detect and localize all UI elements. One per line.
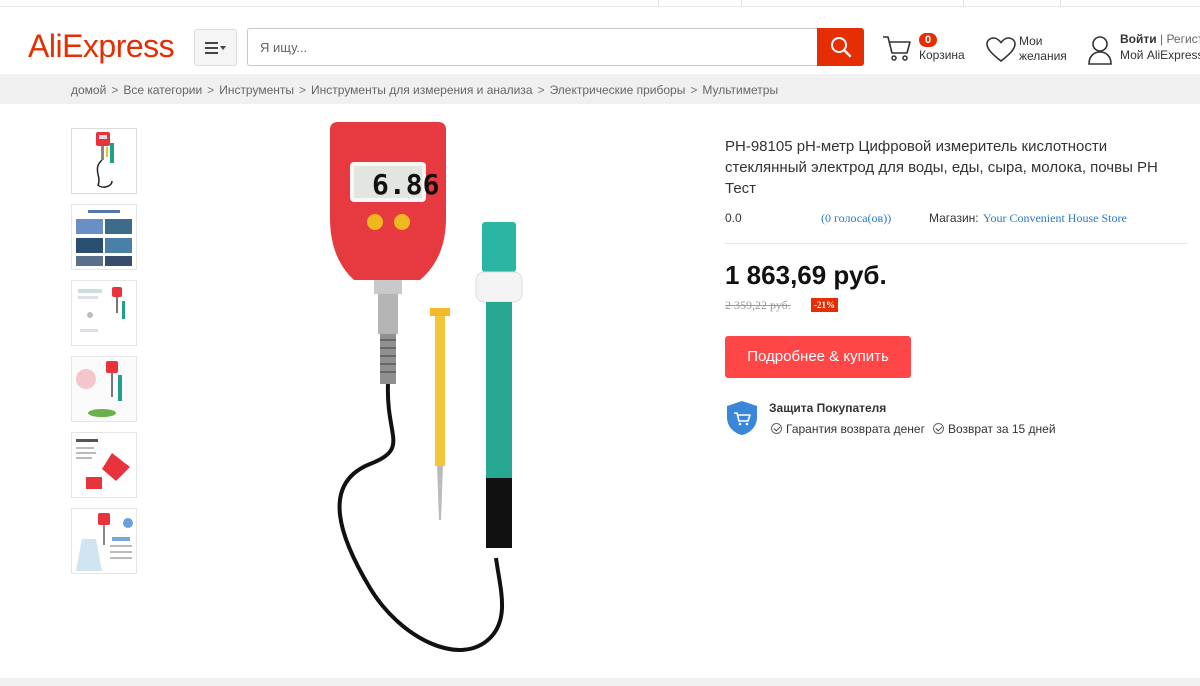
breadcrumb: домой > Все категории > Инструменты > Инструме…	[0, 74, 1200, 104]
thumbnail-package[interactable]	[71, 356, 137, 422]
metal-sleeve	[378, 294, 398, 334]
buy-button[interactable]: Подробнее & купить	[725, 336, 911, 378]
money-back-guarantee: Гарантия возврата денег	[771, 422, 925, 436]
electrode-body	[486, 302, 512, 478]
screwdriver-handle	[430, 308, 450, 316]
user-icon	[1088, 36, 1112, 65]
cart-icon	[883, 36, 911, 61]
breadcrumb-tools[interactable]: Инструменты	[219, 83, 294, 97]
breadcrumb-separator: >	[111, 83, 119, 97]
bottom-bar	[0, 678, 1200, 686]
cart-count-badge: 0	[919, 33, 938, 47]
screwdriver-tip	[437, 466, 443, 520]
shield-cart-icon	[727, 401, 757, 435]
breadcrumb-multimeters[interactable]: Мультиметры	[702, 83, 778, 97]
top-strip-divider	[741, 0, 742, 7]
money-back-label: Гарантия возврата денег	[786, 422, 925, 436]
breadcrumb-separator: >	[537, 83, 545, 97]
search-button[interactable]	[817, 28, 864, 66]
old-price-row: 2 359,22 руб. -21%	[725, 298, 1200, 314]
electrode-ring	[475, 271, 523, 303]
product-title: PH-98105 pH-метр Цифровой измеритель кис…	[725, 138, 1158, 197]
thumbnail-ph-meter[interactable]	[71, 128, 137, 194]
electrode-cap	[482, 222, 516, 272]
breadcrumb-measure-tools[interactable]: Инструменты для измерения и анализа	[311, 83, 533, 97]
buyer-protection: Защита Покупателя Гарантия возврата дене…	[725, 400, 1200, 440]
meter-connector	[374, 280, 402, 294]
store-label: Магазин:	[929, 211, 979, 225]
electrode-grip	[486, 478, 512, 548]
discount-badge: -21%	[811, 298, 838, 312]
top-strip	[0, 0, 1200, 7]
thumbnail-battery-install[interactable]	[71, 432, 137, 498]
rating-value: 0.0	[725, 211, 742, 225]
screwdriver-shaft	[435, 316, 445, 466]
top-strip-divider	[1060, 0, 1061, 7]
probe-cable	[337, 383, 504, 652]
breadcrumb-electrical[interactable]: Электрические приборы	[550, 83, 686, 97]
return-guarantee: Возврат за 15 дней	[933, 422, 1056, 436]
categories-menu-button[interactable]	[194, 29, 237, 66]
main-product-image[interactable]: 6.86	[250, 118, 650, 678]
thumbnail-lock-data[interactable]	[71, 508, 137, 574]
top-strip-divider	[963, 0, 964, 7]
thumbnail-applicable-scenarios[interactable]	[71, 204, 137, 270]
thumbnail-pocket-digital[interactable]	[71, 280, 137, 346]
cal-button	[367, 214, 383, 230]
store-link[interactable]: Your Convenient House Store	[983, 211, 1127, 226]
thumbnail-gallery	[71, 128, 137, 584]
aliexpress-logo[interactable]: AliExpress	[28, 28, 175, 65]
hold-button	[394, 214, 410, 230]
register-link[interactable]: Регистрация	[1166, 32, 1200, 46]
menu-icon	[204, 41, 226, 54]
divider	[725, 243, 1187, 244]
search-input[interactable]	[247, 28, 819, 66]
signin-register: Войти | Регистрация	[1120, 32, 1200, 46]
product-meta: 0.0 (0 голоса(ов)) Магазин: Your Conveni…	[725, 211, 1200, 229]
site-header: AliExpress 0 Корзина Мои желания	[0, 8, 1200, 74]
breadcrumb-all-categories[interactable]: Все категории	[123, 83, 202, 97]
search-icon	[830, 37, 851, 58]
check-circle-icon	[933, 423, 944, 434]
current-price: 1 863,69 руб.	[725, 260, 887, 290]
old-price: 2 359,22 руб.	[725, 298, 791, 312]
cart-link[interactable]: 0 Корзина	[882, 30, 972, 68]
lcd-reading: 6.86	[372, 168, 439, 201]
breadcrumb-separator: >	[299, 83, 307, 97]
wishlist-link[interactable]: Мои желания	[986, 30, 1078, 70]
my-aliexpress-link[interactable]: Мой AliExpress	[1120, 48, 1200, 62]
breadcrumb-separator: >	[207, 83, 215, 97]
cart-label: Корзина	[919, 48, 965, 62]
top-strip-divider	[658, 0, 659, 7]
check-circle-icon	[771, 423, 782, 434]
wishlist-label-line1: Мои	[1019, 34, 1043, 48]
votes-link[interactable]: (0 голоса(ов))	[821, 211, 891, 226]
protection-title: Защита Покупателя	[769, 401, 887, 415]
breadcrumb-separator: >	[690, 83, 698, 97]
breadcrumb-home[interactable]: домой	[71, 83, 106, 97]
wishlist-label-line2: желания	[1019, 49, 1067, 63]
signin-link[interactable]: Войти	[1120, 32, 1157, 46]
heart-icon	[986, 37, 1016, 63]
account-menu[interactable]: Войти | Регистрация Мой AliExpress	[1088, 30, 1200, 70]
strain-relief	[380, 334, 396, 384]
return-label: Возврат за 15 дней	[948, 422, 1056, 436]
product-info: PH-98105 pH-метр Цифровой измеритель кис…	[725, 136, 1200, 440]
